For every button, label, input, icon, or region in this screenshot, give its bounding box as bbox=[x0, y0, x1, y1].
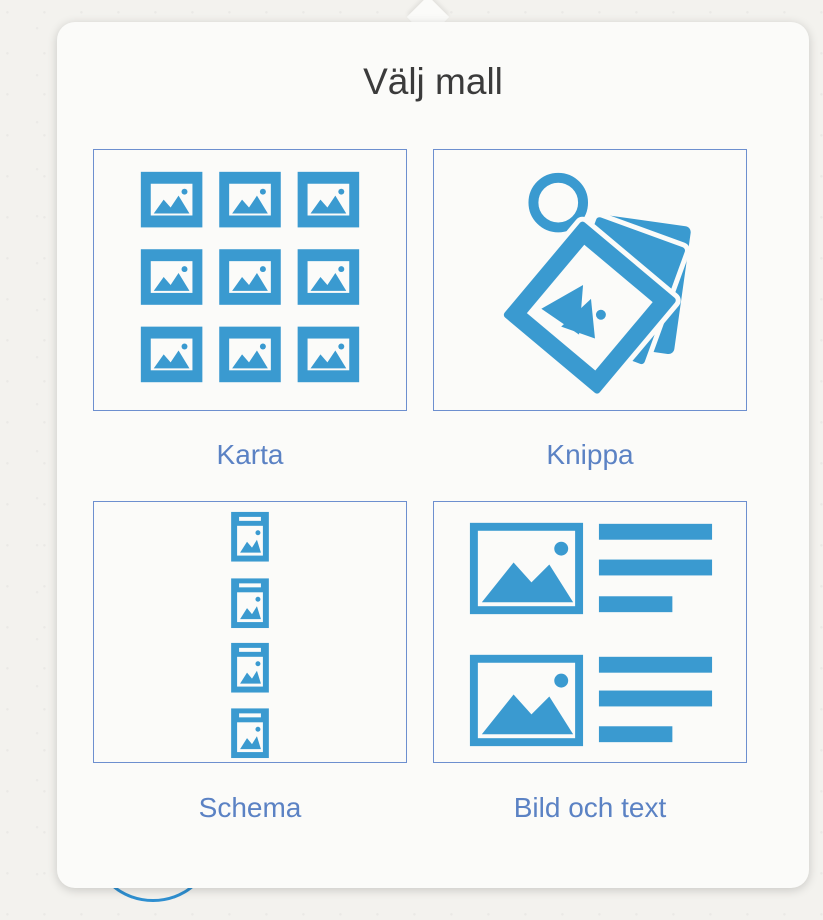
template-tile-karta[interactable] bbox=[93, 149, 407, 411]
image-with-text-icon bbox=[469, 522, 713, 747]
keyring-cards-icon bbox=[498, 172, 691, 399]
template-tile-schema[interactable] bbox=[93, 501, 407, 763]
template-tile-knippa[interactable] bbox=[433, 149, 747, 411]
image-grid-icon bbox=[140, 171, 360, 383]
template-label-schema[interactable]: Schema bbox=[93, 792, 407, 824]
template-label-bild-och-text[interactable]: Bild och text bbox=[433, 792, 747, 824]
template-label-karta[interactable]: Karta bbox=[93, 439, 407, 471]
template-label-knippa[interactable]: Knippa bbox=[433, 439, 747, 471]
template-picker-dialog: Välj mall Karta Knippa Schema Bild och t… bbox=[57, 22, 809, 888]
template-tile-bild-och-text[interactable] bbox=[433, 501, 747, 763]
vertical-image-list-icon bbox=[231, 511, 269, 759]
dialog-title: Välj mall bbox=[363, 61, 503, 102]
